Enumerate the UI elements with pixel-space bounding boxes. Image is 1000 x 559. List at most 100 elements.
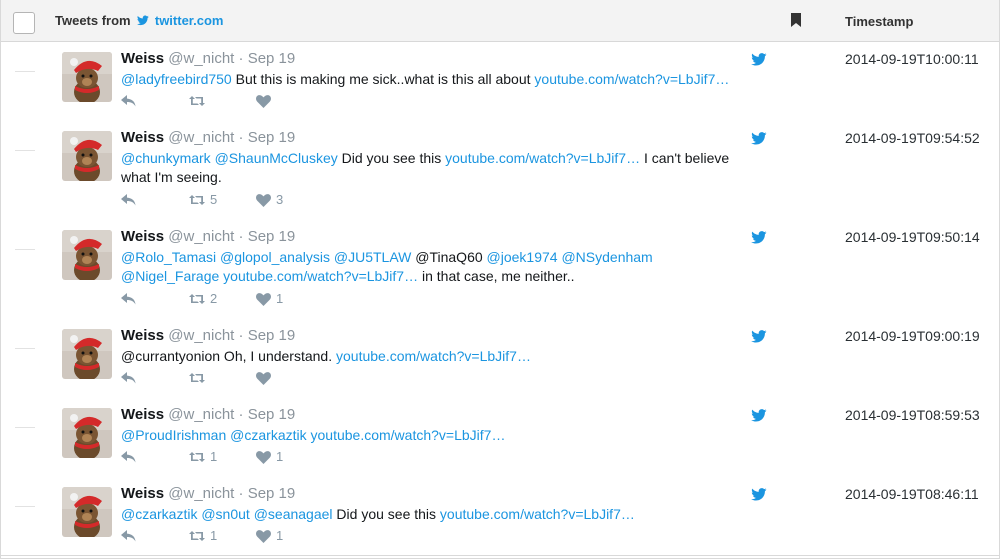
row-select-placeholder[interactable] xyxy=(15,150,35,151)
mention-link[interactable]: @ladyfreebird750 xyxy=(121,71,232,87)
reply-button[interactable] xyxy=(121,370,136,386)
tweet-date[interactable]: Sep 19 xyxy=(248,50,296,67)
author-name[interactable]: Weiss xyxy=(121,228,164,245)
twitter-bird-icon[interactable] xyxy=(751,231,767,244)
mention-link[interactable]: @czarkaztik xyxy=(121,506,197,522)
like-button[interactable]: 1 xyxy=(256,449,283,465)
mention-link[interactable]: @joek1974 xyxy=(487,249,558,265)
heart-icon xyxy=(256,193,271,207)
retweet-button[interactable] xyxy=(189,93,210,109)
row-select-placeholder[interactable] xyxy=(15,71,35,72)
tweet-row[interactable]: Weiss @w_nicht · Sep 19 @ProudIrishman @… xyxy=(1,399,999,478)
url-link[interactable]: youtube.com/watch?v=LbJif7… xyxy=(336,348,531,364)
select-all-checkbox[interactable] xyxy=(13,12,35,34)
tweet-text-segment: in that case, me neither.. xyxy=(418,268,575,284)
mention-link[interactable]: @seanagael xyxy=(254,506,333,522)
mention-link[interactable]: @czarkaztik xyxy=(230,427,306,443)
reply-icon xyxy=(121,194,136,206)
like-button[interactable] xyxy=(256,370,276,386)
author-name[interactable]: Weiss xyxy=(121,406,164,423)
tweet-date[interactable]: Sep 19 xyxy=(248,327,296,344)
author-handle[interactable]: @w_nicht xyxy=(168,327,234,344)
reply-button[interactable] xyxy=(121,93,136,109)
author-handle[interactable]: @w_nicht xyxy=(168,485,234,502)
tweet-date[interactable]: Sep 19 xyxy=(248,485,296,502)
reply-button[interactable] xyxy=(121,528,136,544)
author-name[interactable]: Weiss xyxy=(121,50,164,67)
like-button[interactable]: 1 xyxy=(256,528,283,544)
author-name[interactable]: Weiss xyxy=(121,129,164,146)
twitter-bird-icon[interactable] xyxy=(751,53,767,66)
heart-icon xyxy=(256,529,271,543)
like-button[interactable]: 3 xyxy=(256,192,283,208)
retweet-count: 1 xyxy=(210,528,218,543)
reply-button[interactable] xyxy=(121,192,136,208)
tweets-table: Tweets from twitter.com Timestamp Weiss … xyxy=(0,0,1000,559)
tweet-text: @Rolo_Tamasi @glopol_analysis @JU5TLAW @… xyxy=(121,248,741,286)
header-title-prefix: Tweets from xyxy=(55,13,131,28)
reply-button[interactable] xyxy=(121,291,136,307)
row-select-placeholder[interactable] xyxy=(15,348,35,349)
tweet-date[interactable]: Sep 19 xyxy=(248,406,296,423)
retweet-button[interactable]: 5 xyxy=(189,192,217,208)
url-link[interactable]: youtube.com/watch?v=LbJif7… xyxy=(440,506,635,522)
mention-link[interactable]: @ShaunMcCluskey xyxy=(215,150,338,166)
reply-button[interactable] xyxy=(121,449,136,465)
tweet-text: @ProudIrishman @czarkaztik youtube.com/w… xyxy=(121,426,741,445)
tweet-text: @ladyfreebird750 But this is making me s… xyxy=(121,70,741,89)
like-count: 1 xyxy=(276,449,284,464)
retweet-count: 5 xyxy=(210,192,218,207)
mention-link[interactable]: @Nigel_Farage xyxy=(121,268,219,284)
retweet-button[interactable]: 1 xyxy=(189,528,217,544)
url-link[interactable]: youtube.com/watch?v=LbJif7… xyxy=(223,268,418,284)
tweet-row[interactable]: Weiss @w_nicht · Sep 19 @currantyonion O… xyxy=(1,320,999,399)
mention-link[interactable]: @ProudIrishman xyxy=(121,427,226,443)
bookmark-icon[interactable] xyxy=(791,13,801,27)
tweet-date[interactable]: Sep 19 xyxy=(248,228,296,245)
retweet-button[interactable]: 1 xyxy=(189,449,217,465)
mention-link[interactable]: @JU5TLAW xyxy=(334,249,411,265)
row-select-placeholder[interactable] xyxy=(15,506,35,507)
avatar[interactable] xyxy=(62,52,112,102)
avatar[interactable] xyxy=(62,329,112,379)
row-select-placeholder[interactable] xyxy=(15,427,35,428)
avatar[interactable] xyxy=(62,487,112,537)
like-button[interactable]: 1 xyxy=(256,291,283,307)
twitter-bird-icon[interactable] xyxy=(751,409,767,422)
retweet-button[interactable]: 2 xyxy=(189,291,217,307)
url-link[interactable]: youtube.com/watch?v=LbJif7… xyxy=(534,71,729,87)
row-select-placeholder[interactable] xyxy=(15,249,35,250)
mention-link[interactable]: @chunkymark xyxy=(121,150,211,166)
author-name[interactable]: Weiss xyxy=(121,485,164,502)
twitter-bird-icon[interactable] xyxy=(751,330,767,343)
source-link[interactable]: twitter.com xyxy=(155,13,224,28)
tweet-header: Weiss @w_nicht · Sep 19 xyxy=(121,228,295,245)
tweet-row[interactable]: Weiss @w_nicht · Sep 19 @chunkymark @Sha… xyxy=(1,122,999,207)
tweet-header: Weiss @w_nicht · Sep 19 xyxy=(121,327,295,344)
like-button[interactable] xyxy=(256,93,276,109)
retweet-button[interactable] xyxy=(189,370,210,386)
mention-link[interactable]: @Rolo_Tamasi xyxy=(121,249,216,265)
author-handle[interactable]: @w_nicht xyxy=(168,228,234,245)
author-handle[interactable]: @w_nicht xyxy=(168,406,234,423)
tweet-text-segment: @currantyonion Oh, I understand. xyxy=(121,348,336,364)
tweet-date[interactable]: Sep 19 xyxy=(248,129,296,146)
mention-link[interactable]: @glopol_analysis xyxy=(220,249,330,265)
author-handle[interactable]: @w_nicht xyxy=(168,129,234,146)
twitter-bird-icon[interactable] xyxy=(751,132,767,145)
mention-link[interactable]: @sn0ut xyxy=(201,506,249,522)
tweet-row[interactable]: Weiss @w_nicht · Sep 19 @czarkaztik @sn0… xyxy=(1,478,999,557)
tweet-row[interactable]: Weiss @w_nicht · Sep 19 @Rolo_Tamasi @gl… xyxy=(1,221,999,306)
avatar[interactable] xyxy=(62,131,112,181)
twitter-bird-icon[interactable] xyxy=(751,488,767,501)
author-handle[interactable]: @w_nicht xyxy=(168,50,234,67)
heart-icon xyxy=(256,371,271,385)
url-link[interactable]: youtube.com/watch?v=LbJif7… xyxy=(311,427,506,443)
avatar[interactable] xyxy=(62,408,112,458)
author-name[interactable]: Weiss xyxy=(121,327,164,344)
tweet-row[interactable]: Weiss @w_nicht · Sep 19 @ladyfreebird750… xyxy=(1,43,999,122)
mention-link[interactable]: @NSydenham xyxy=(561,249,652,265)
url-link[interactable]: youtube.com/watch?v=LbJif7… xyxy=(445,150,640,166)
column-header-timestamp[interactable]: Timestamp xyxy=(845,14,913,29)
avatar[interactable] xyxy=(62,230,112,280)
